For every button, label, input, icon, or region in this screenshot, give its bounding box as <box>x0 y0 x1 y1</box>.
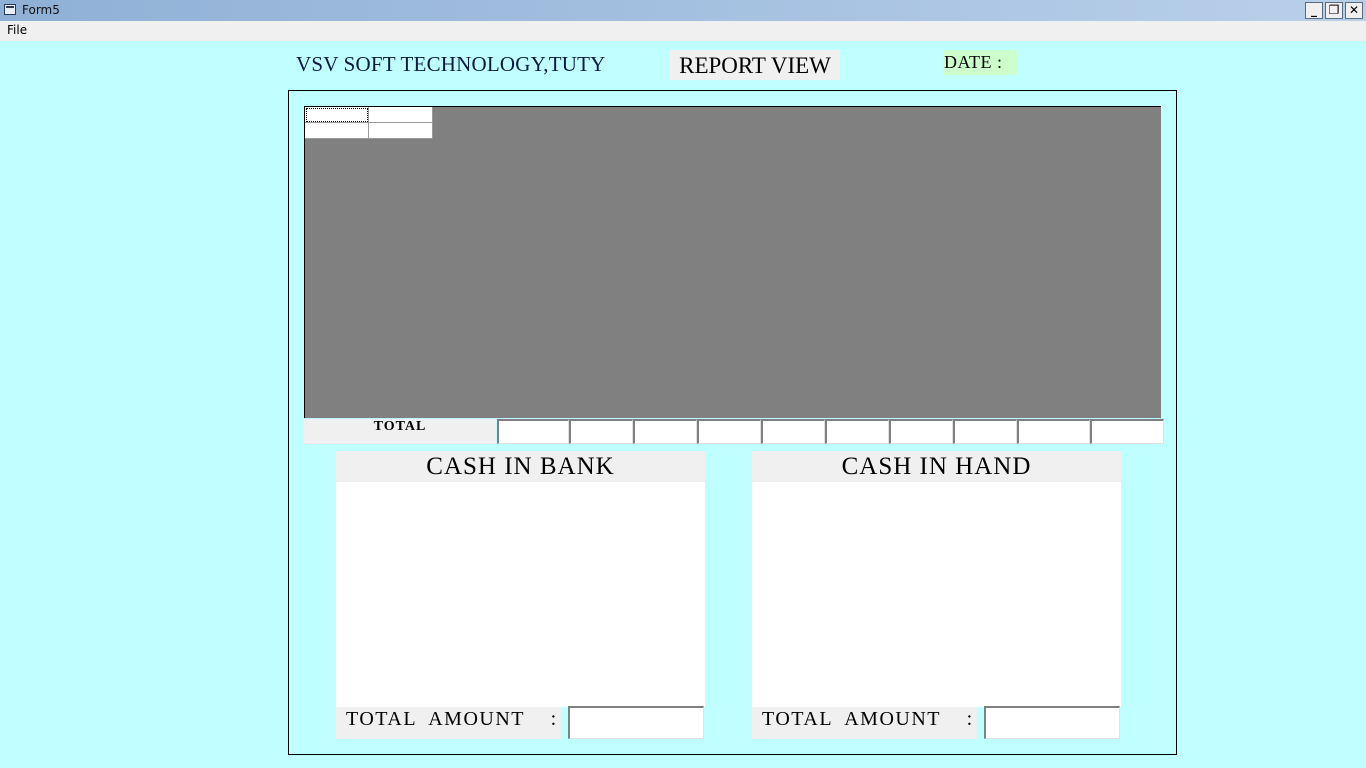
total-field-9[interactable] <box>1017 419 1090 444</box>
report-title: REPORT VIEW <box>670 50 840 80</box>
cash-in-hand-total-label: TOTAL AMOUNT : <box>752 707 977 739</box>
menu-file[interactable]: File <box>7 23 27 37</box>
close-button[interactable]: ✕ <box>1345 2 1363 19</box>
grid-cell[interactable] <box>369 123 433 139</box>
total-field-2[interactable] <box>569 419 633 444</box>
total-field-4[interactable] <box>697 419 761 444</box>
total-field-8[interactable] <box>953 419 1017 444</box>
cash-in-bank-list[interactable] <box>336 482 705 707</box>
cash-in-bank-total-field[interactable] <box>568 706 704 739</box>
total-field-7[interactable] <box>889 419 953 444</box>
total-label: TOTAL <box>304 419 496 444</box>
grid-cell[interactable] <box>305 123 369 139</box>
total-field-5[interactable] <box>761 419 825 444</box>
total-field-3[interactable] <box>633 419 697 444</box>
cash-in-hand-total-field[interactable] <box>984 706 1120 739</box>
report-grid[interactable] <box>304 106 1161 418</box>
window-title: Form5 <box>22 3 60 17</box>
total-field-10[interactable] <box>1090 419 1164 444</box>
cash-in-hand-list[interactable] <box>752 482 1121 707</box>
menu-bar: File <box>0 21 1366 41</box>
restore-button[interactable]: ❐ <box>1325 2 1343 19</box>
grid-cells <box>305 107 433 139</box>
title-bar[interactable]: Form5 _ ❐ ✕ <box>0 0 1366 21</box>
date-label: DATE : <box>943 50 1017 75</box>
grid-cell[interactable] <box>305 107 369 123</box>
app-icon[interactable] <box>4 4 16 15</box>
cash-in-bank-title: CASH IN BANK <box>336 451 705 482</box>
grid-cell[interactable] <box>369 107 433 123</box>
total-field-1[interactable] <box>497 419 569 444</box>
minimize-button[interactable]: _ <box>1305 2 1323 19</box>
cash-in-hand-title: CASH IN HAND <box>752 451 1121 482</box>
company-name: VSV SOFT TECHNOLOGY,TUTY <box>296 52 606 76</box>
total-field-6[interactable] <box>825 419 889 444</box>
cash-in-bank-total-label: TOTAL AMOUNT : <box>336 707 561 739</box>
